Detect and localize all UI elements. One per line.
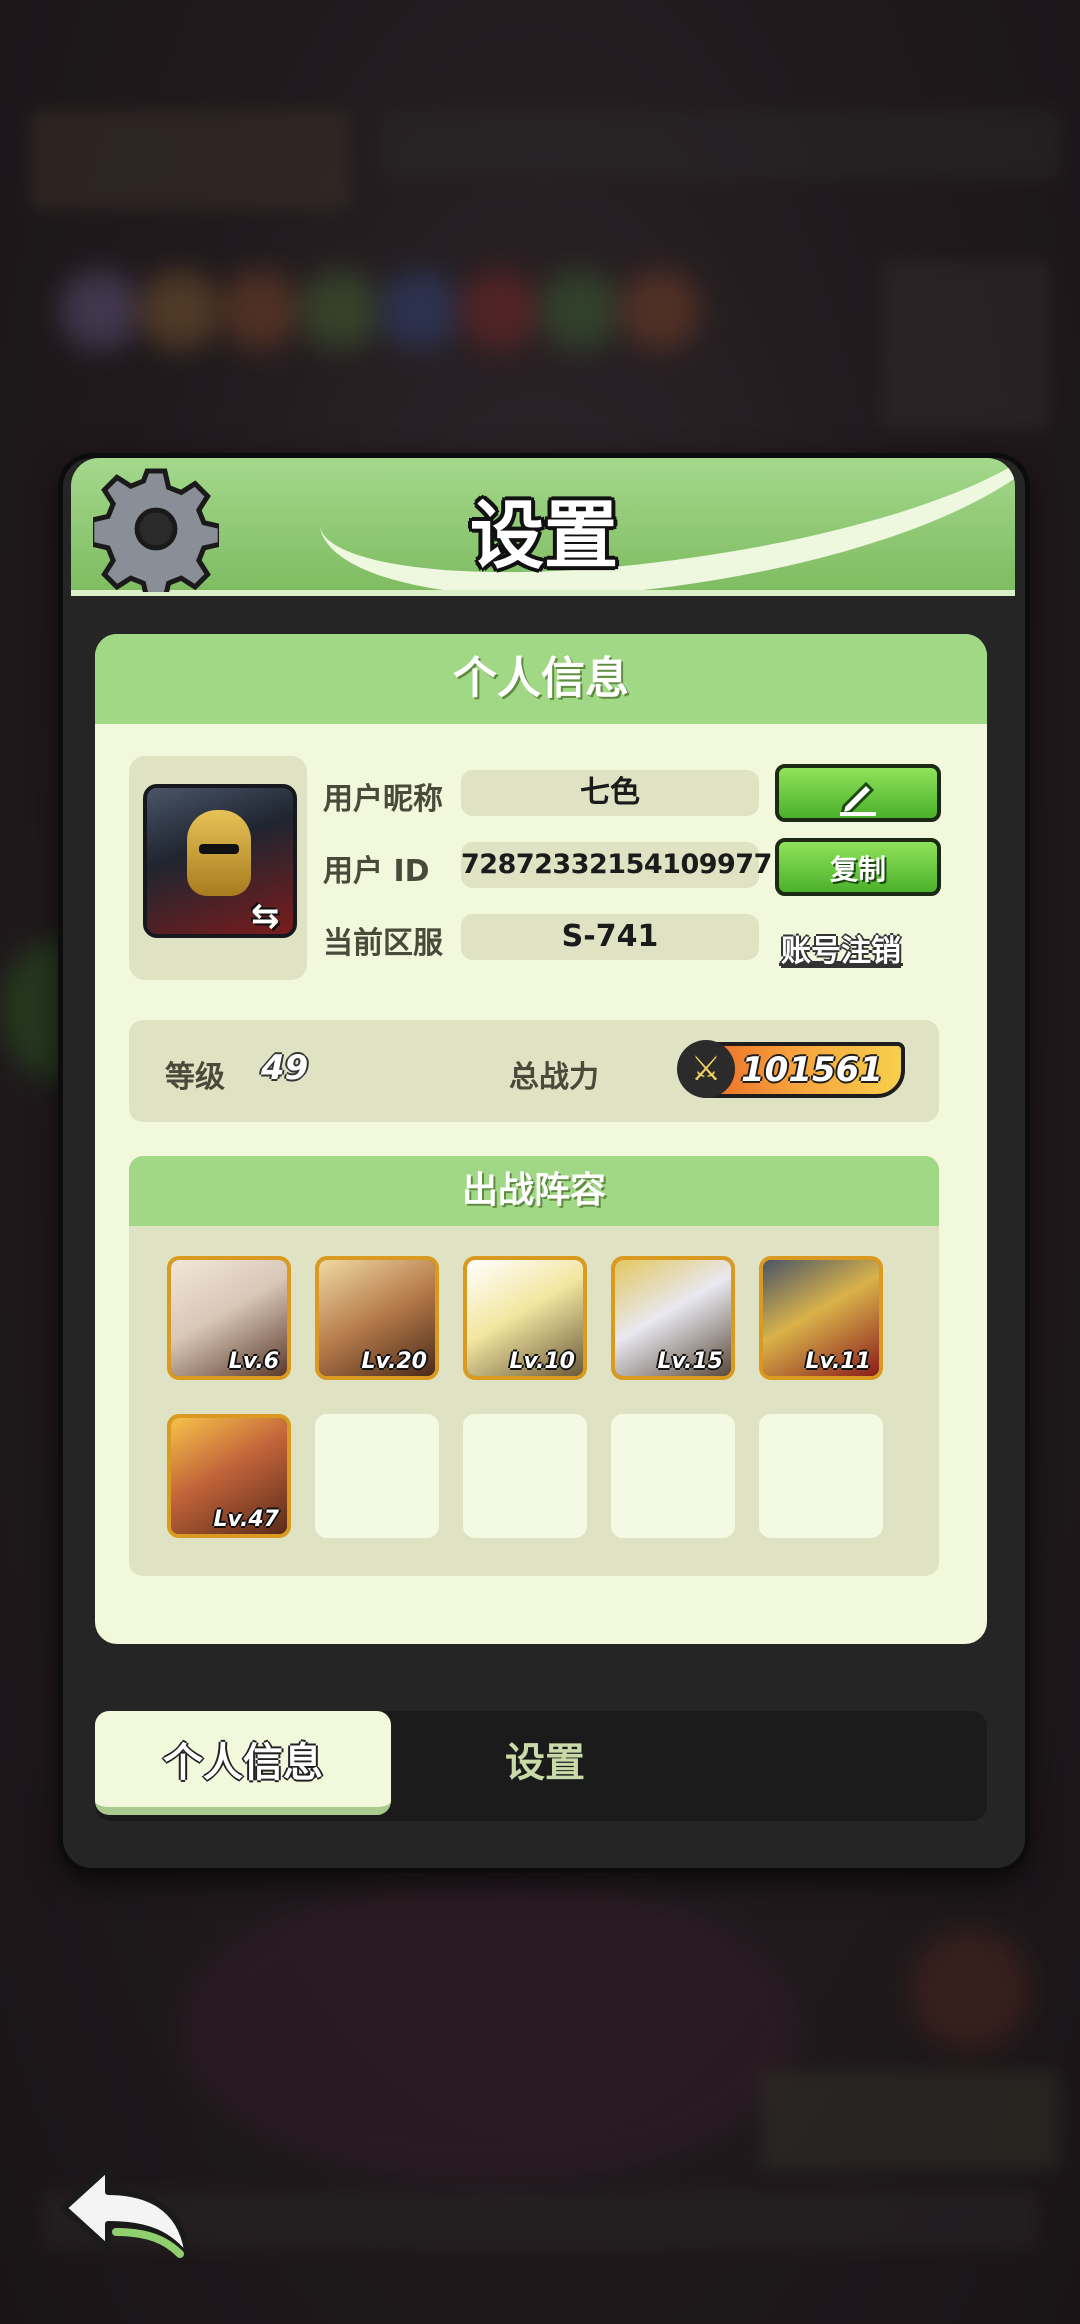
server-field: S-741	[461, 914, 759, 960]
tab-settings[interactable]: 设置	[395, 1711, 695, 1815]
hero-level: Lv.15	[657, 1349, 723, 1374]
hero-level: Lv.10	[509, 1349, 575, 1374]
edit-nickname-button[interactable]	[775, 764, 941, 822]
battle-lineup: 出战阵容 Lv.6 Lv.20 Lv.10 Lv.15 Lv.11 Lv.47	[129, 1156, 939, 1576]
user-id-label: 用户 ID	[323, 854, 430, 889]
empty-hero-slot[interactable]	[315, 1414, 439, 1538]
level-value: 49	[261, 1048, 309, 1088]
power-value: 101561	[741, 1050, 883, 1090]
avatar-container: ⇆	[129, 756, 307, 980]
hero-level: Lv.47	[213, 1507, 279, 1532]
user-id-field: 72872332154109977	[461, 842, 772, 888]
hero-slot[interactable]: Lv.20	[315, 1256, 439, 1380]
cancel-account-link[interactable]: 账号注销	[781, 926, 901, 970]
hero-slot[interactable]: Lv.6	[167, 1256, 291, 1380]
power-badge: ⚔ 101561	[677, 1040, 905, 1098]
nickname-field: 七色	[461, 770, 759, 816]
profile-section-title: 个人信息	[95, 634, 987, 724]
settings-panel: 设置 个人信息 ⇆ 用户昵称 七色 用户 ID 7287233215410997…	[58, 453, 1030, 1873]
hero-level: Lv.20	[361, 1349, 427, 1374]
empty-hero-slot[interactable]	[463, 1414, 587, 1538]
crossed-swords-icon: ⚔	[677, 1040, 735, 1098]
back-arrow-icon[interactable]	[56, 2158, 196, 2268]
hero-slot[interactable]: Lv.15	[611, 1256, 735, 1380]
tab-profile[interactable]: 个人信息	[95, 1711, 391, 1815]
lineup-title: 出战阵容	[129, 1156, 939, 1226]
power-label: 总战力	[509, 1060, 599, 1095]
level-label: 等级	[165, 1060, 225, 1095]
gear-icon	[93, 468, 219, 592]
swap-arrows-icon[interactable]: ⇆	[251, 896, 280, 936]
empty-hero-slot[interactable]	[611, 1414, 735, 1538]
tab-bar: 个人信息 设置	[95, 1711, 987, 1821]
server-label: 当前区服	[323, 926, 443, 961]
copy-id-button[interactable]: 复制	[775, 838, 941, 896]
hero-slot[interactable]: Lv.10	[463, 1256, 587, 1380]
stats-bar: 等级 49 总战力 ⚔ 101561	[129, 1020, 939, 1122]
pencil-icon	[839, 781, 876, 817]
hero-slot[interactable]: Lv.47	[167, 1414, 291, 1538]
nickname-label: 用户昵称	[323, 782, 443, 817]
hero-level: Lv.6	[228, 1349, 279, 1374]
empty-hero-slot[interactable]	[759, 1414, 883, 1538]
avatar-visor	[199, 844, 239, 854]
profile-card: 个人信息 ⇆ 用户昵称 七色 用户 ID 72872332154109977 复…	[95, 634, 987, 1644]
hero-level: Lv.11	[805, 1349, 871, 1374]
hero-slot[interactable]: Lv.11	[759, 1256, 883, 1380]
